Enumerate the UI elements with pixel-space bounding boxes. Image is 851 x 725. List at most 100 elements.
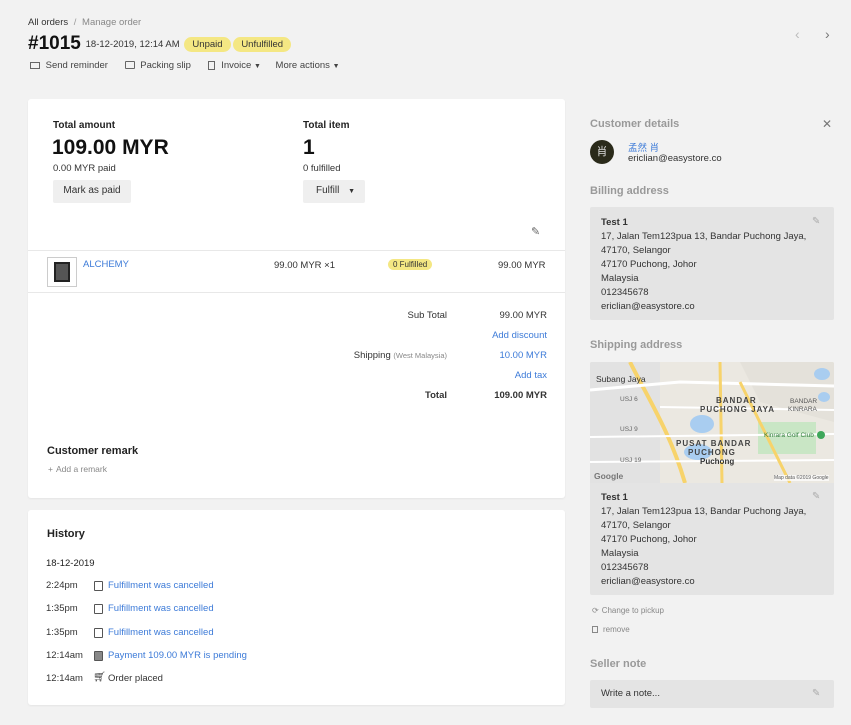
divider <box>28 292 565 293</box>
breadcrumb-separator: / <box>73 17 77 28</box>
history-event-time: 2:24pm <box>46 580 78 591</box>
map-copyright: Map data ©2019 Google <box>774 475 829 481</box>
edit-pencil-icon[interactable]: ✎ <box>812 491 820 502</box>
history-event-time: 1:35pm <box>46 603 78 614</box>
chevron-down-icon: ▼ <box>332 63 340 70</box>
history-event-link[interactable]: Fulfillment was cancelled <box>108 603 214 614</box>
shipping-email: ericlian@easystore.co <box>601 576 695 587</box>
shipping-name: Test 1 <box>601 492 628 503</box>
breadcrumb-all-orders[interactable]: All orders <box>28 17 68 28</box>
more-actions-action[interactable]: More actions ▼ <box>276 60 340 71</box>
packing-slip-action[interactable]: Packing slip <box>124 60 194 71</box>
billing-line3: 47170 Puchong, Johor <box>601 259 697 270</box>
packing-slip-label: Packing slip <box>140 60 191 71</box>
printer-icon <box>124 61 135 70</box>
map-label-usj19: USJ 19 <box>620 457 642 464</box>
total-label: Total <box>425 390 447 401</box>
history-date: 18-12-2019 <box>46 558 95 569</box>
history-event-link[interactable]: Fulfillment was cancelled <box>108 580 214 591</box>
add-remark-label: Add a remark <box>55 464 107 474</box>
product-name-link[interactable]: ALCHEMY <box>83 259 129 270</box>
plus-icon: + <box>48 464 53 474</box>
add-tax-link[interactable]: Add tax <box>458 370 547 381</box>
mark-as-paid-button[interactable]: Mark as paid <box>53 180 131 203</box>
history-title: History <box>47 528 85 540</box>
history-event-link[interactable]: Payment 109.00 MYR is pending <box>108 650 247 661</box>
fulfill-button[interactable]: Fulfill ▼ <box>303 180 365 203</box>
order-actions: Send reminder Packing slip Invoice ▼ Mor… <box>30 60 340 71</box>
map-label-subang: Subang Jaya <box>596 374 646 384</box>
send-reminder-label: Send reminder <box>45 60 108 71</box>
send-reminder-action[interactable]: Send reminder <box>30 60 111 71</box>
history-event-time: 12:14am <box>46 673 83 684</box>
prev-order-button[interactable]: ‹ <box>795 26 800 42</box>
seller-note-placeholder: Write a note... <box>601 688 660 699</box>
payment-status-badge: Unpaid <box>184 36 231 52</box>
shipping-country: Malaysia <box>601 548 639 559</box>
billing-address-title: Billing address <box>590 185 669 197</box>
shipping-phone: 012345678 <box>601 562 649 573</box>
product-thumbnail <box>47 257 77 287</box>
billing-country: Malaysia <box>601 273 639 284</box>
shipping-label: Shipping (West Malaysia) <box>308 350 447 361</box>
avatar-initial: 肖 <box>596 146 608 158</box>
package-icon <box>94 581 103 591</box>
total-item-label: Total item <box>303 120 350 131</box>
next-order-button[interactable]: › <box>825 26 830 42</box>
billing-line1: 17, Jalan Tem123pua 13, Bandar Puchong J… <box>601 231 807 242</box>
credit-card-icon <box>94 651 103 661</box>
history-event-time: 1:35pm <box>46 627 78 638</box>
document-icon <box>207 60 215 70</box>
product-fulfill-status: 0 Fulfilled <box>388 259 433 270</box>
breadcrumb-current: Manage order <box>82 17 142 28</box>
seller-note-input[interactable]: Write a note... ✎ <box>590 680 834 708</box>
history-event-time: 12:14am <box>46 650 83 661</box>
package-icon <box>94 604 103 614</box>
map-label-golf: Kinrara Golf Club <box>764 432 814 439</box>
subtotal-label: Sub Total <box>407 310 447 321</box>
map-label-usj6: USJ 6 <box>620 396 638 403</box>
change-to-pickup-label: Change to pickup <box>601 606 664 615</box>
invoice-label: Invoice <box>221 60 252 71</box>
order-date: 18-12-2019, 12:14 AM <box>85 38 180 50</box>
remove-shipping-link[interactable]: remove <box>592 625 630 634</box>
change-to-pickup-link[interactable]: ⟳ Change to pickup <box>592 606 664 615</box>
edit-pencil-icon[interactable]: ✎ <box>812 216 820 227</box>
add-discount-link[interactable]: Add discount <box>458 330 547 341</box>
customer-email: ericlian@easystore.co <box>628 153 722 164</box>
fulfill-label: Fulfill <box>316 185 340 196</box>
chevron-down-icon: ▼ <box>253 63 261 70</box>
breadcrumb: All orders / Manage order <box>28 17 141 28</box>
avatar: 肖 <box>590 140 614 164</box>
billing-name: Test 1 <box>601 217 628 228</box>
product-total: 99.00 MYR <box>498 260 546 271</box>
add-remark-link[interactable]: + Add a remark <box>48 464 107 474</box>
remove-label: remove <box>603 625 630 634</box>
product-image <box>54 262 70 282</box>
fulfillment-status-badge: Unfulfilled <box>233 36 292 52</box>
product-price-qty: 99.00 MYR ×1 <box>274 260 335 271</box>
shipping-map[interactable]: Subang Jaya BANDAR PUCHONG JAYA PUSAT BA… <box>590 362 834 483</box>
customer-name-link[interactable]: 孟然 肖 <box>628 140 659 154</box>
close-icon[interactable]: ✕ <box>822 117 832 131</box>
shipping-region: (West Malaysia) <box>393 351 447 360</box>
edit-pencil-icon[interactable]: ✎ <box>812 688 820 699</box>
shipping-value-link[interactable]: 10.00 MYR <box>458 350 547 361</box>
shipping-address-box: Test 1 17, Jalan Tem123pua 13, Bandar Pu… <box>590 483 834 595</box>
package-icon <box>94 628 103 638</box>
mail-icon <box>30 61 40 69</box>
chevron-down-icon: ▼ <box>348 188 356 195</box>
paid-amount: 0.00 MYR paid <box>53 163 116 174</box>
history-event-text: Order placed <box>108 673 163 684</box>
trash-icon <box>592 626 598 634</box>
billing-email: ericlian@easystore.co <box>601 301 695 312</box>
total-amount: 109.00 MYR <box>52 136 169 159</box>
history-event-link[interactable]: Fulfillment was cancelled <box>108 627 214 638</box>
edit-pencil-icon[interactable]: ✎ <box>531 225 540 238</box>
map-label-usj9: USJ 9 <box>620 426 638 433</box>
total-value: 109.00 MYR <box>494 390 547 401</box>
order-header: #1015 18-12-2019, 12:14 AM Unpaid Unfulf… <box>28 33 292 55</box>
shipping-label-text: Shipping <box>353 350 391 361</box>
seller-note-title: Seller note <box>590 658 647 670</box>
invoice-action[interactable]: Invoice ▼ <box>207 60 264 71</box>
